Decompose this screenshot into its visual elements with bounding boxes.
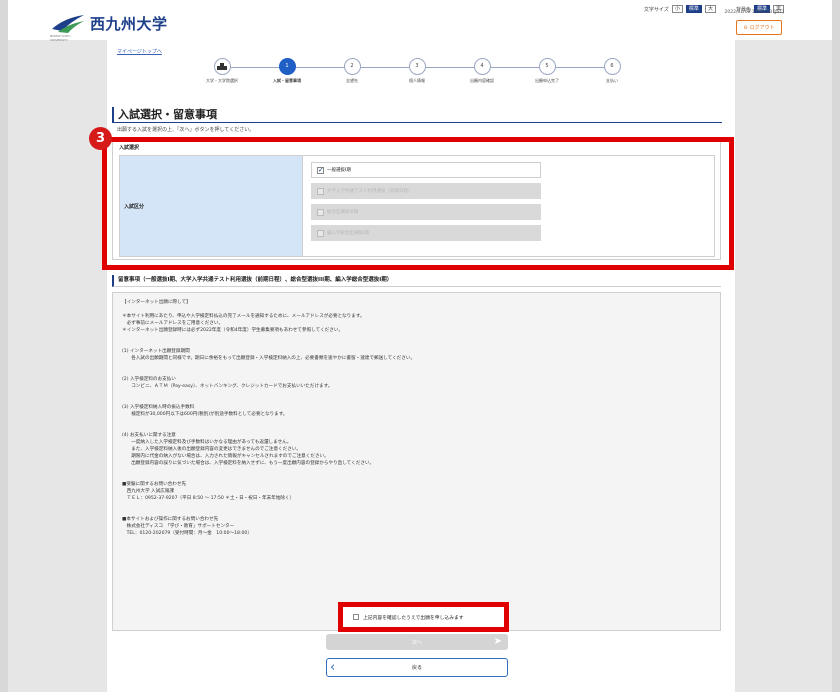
notes-box: 【インターネット出願に際して】 ＊本サイト利用にあたり、申込や入学検定料払込の完… xyxy=(112,292,721,631)
notes-line: ＊インターネット出願登録時には必ず2022年度（令和4年度）学生募集要項もあわせ… xyxy=(122,328,344,333)
notes-heading: 留意事項（一般選抜I期、大学入学共通テスト利用選抜（前期日程）、総合型選抜III… xyxy=(112,275,721,287)
step-number: 3 xyxy=(408,58,426,75)
step-number: 6 xyxy=(603,58,621,75)
notes-line xyxy=(122,502,711,509)
step-1: 大学・大学院選択 xyxy=(187,58,257,84)
step-label: 個人情報 xyxy=(409,78,425,83)
step-number: 4 xyxy=(473,58,491,75)
step-badge: 3 xyxy=(89,127,112,150)
university-logo[interactable]: NISHIKYUSHU UNIVERSITY 西九州大学 xyxy=(50,12,168,43)
notes-line xyxy=(122,509,711,516)
step-label: 志望先 xyxy=(346,78,358,83)
agree-label: 上記内容を確認したうえで出願を申し込みます xyxy=(363,615,464,621)
next-button[interactable]: 次へ ➤ xyxy=(326,634,508,650)
arrow-right-icon: ➤ xyxy=(493,636,502,647)
logo-subtext: NISHIKYUSHU UNIVERSITY xyxy=(50,34,71,42)
notes-line: TEL：0120-202079（受付時間：月～金 10:00～18:00） xyxy=(122,531,252,536)
step-6: 5 出願申込完了 xyxy=(512,58,582,84)
logout-icon: ⊖ xyxy=(743,24,748,31)
step-label: 入試・留意事項 xyxy=(273,78,301,83)
logout-button[interactable]: ⊖ ログアウト xyxy=(736,20,782,35)
step-5: 4 出願内容確認 xyxy=(447,58,517,84)
notes-line: 株式会社ディスコ 「学び・教育」サポートセンター xyxy=(122,524,235,529)
step-2: 1 入試・留意事項 xyxy=(252,58,322,84)
notes-line: ＴＥＬ：0952-37-9207（平日 8:50 ～ 17:50 ＊土・日・祝日… xyxy=(122,496,295,501)
notes-line: 一度納入した入学検定料及び手数料はいかなる理由があっても返還しません。 xyxy=(122,440,292,445)
step-number: 2 xyxy=(343,58,361,75)
notes-line: ■本サイトおよび操作に関するお問い合わせ先 xyxy=(122,517,219,522)
notes-text: 【インターネット出願に際して】 ＊本サイト利用にあたり、申込や入学検定料払込の完… xyxy=(122,299,711,537)
notes-line: 必ず事前にメールアドレスをご用意ください。 xyxy=(122,321,224,326)
notes-line xyxy=(122,334,711,341)
notes-line: 【インターネット出願に際して】 xyxy=(122,300,191,305)
notes-line xyxy=(122,341,711,348)
notes-line: ■受験に関するお問い合わせ先 xyxy=(122,482,187,487)
notes-line xyxy=(122,369,711,376)
notes-line: 西九州大学 入試広報課 xyxy=(122,489,174,494)
highlight-box-exam-selection xyxy=(102,137,734,270)
notes-line xyxy=(122,397,711,404)
progress-steps: 大学・大学院選択 1 入試・留意事項 2 志望先 3 個人情報 4 出願内容確認… xyxy=(187,58,647,98)
logo-mark-icon: NISHIKYUSHU UNIVERSITY xyxy=(50,12,86,42)
step-number: 5 xyxy=(538,58,556,75)
notes-line xyxy=(122,418,711,425)
notes-line: 各入試の出願期間と同様です。期日に余裕をもって出願登録・入学検定料納入の上、必要… xyxy=(122,356,416,361)
font-size-small-button[interactable]: 小 xyxy=(671,5,683,13)
step-done-icon xyxy=(213,58,231,75)
notes-line: 検定料が30,000円以下は600円(税別)が別途手数料として必要となります。 xyxy=(122,412,288,417)
step-label: 出願申込完了 xyxy=(535,78,559,83)
logout-label: ログアウト xyxy=(749,25,775,31)
notes-line: (2) 入学検定料のお支払い xyxy=(122,377,176,382)
notes-line xyxy=(122,425,711,432)
chevron-left-icon: ‹ xyxy=(330,660,336,675)
notes-line xyxy=(122,306,711,313)
font-size-standard-button[interactable]: 標準 xyxy=(685,5,702,13)
step-label: 出願内容確認 xyxy=(470,78,494,83)
step-3: 2 志望先 xyxy=(317,58,387,84)
step-7: 6 支払い xyxy=(577,58,647,84)
font-size-label: 文字サイズ xyxy=(644,6,669,13)
notes-line: (1) インターネット出願登録期間 xyxy=(122,349,190,354)
step-number: 1 xyxy=(278,58,296,75)
notes-line: コンビニ、ＡＴＭ（Pay-easy）、ネットバンキング、クレジットカードでお支払… xyxy=(122,384,333,389)
notes-line: ＊本サイト利用にあたり、申込や入学検定料払込の完了メールを通知するために、メール… xyxy=(122,314,365,319)
notes-line xyxy=(122,390,711,397)
step-label: 支払い xyxy=(606,78,618,83)
next-label: 次へ xyxy=(411,639,422,646)
font-size-large-button[interactable]: 大 xyxy=(704,5,716,13)
step-4: 3 個人情報 xyxy=(382,58,452,84)
notes-line: (3) 入学検定料納入時の振込手数料 xyxy=(122,405,195,410)
back-button[interactable]: ‹ 戻る xyxy=(326,658,508,677)
logo-text: 西九州大学 xyxy=(90,14,168,33)
notes-line: また、入学検定料納入後の出願登録内容の変更はできませんのでご注意ください。 xyxy=(122,447,302,452)
page-instruction: 出願する入試を選択の上、「次へ」ボタンを押してください。 xyxy=(117,127,255,133)
header: NISHIKYUSHU UNIVERSITY 西九州大学 文字サイズ 小 標準 … xyxy=(8,0,832,43)
agree-checkbox[interactable] xyxy=(353,614,359,620)
notes-line: 期限内に代金の納入がない場合は、入力された情報がキャンセルされますのでご注意くだ… xyxy=(122,454,329,459)
back-label: 戻る xyxy=(411,665,422,671)
notes-line xyxy=(122,474,711,481)
notes-line: 出願登録内容の誤りに気づいた場合は、入学検定料を納入せずに、もう一度出願内容の登… xyxy=(122,461,375,466)
page-title: 入試選択・留意事項 xyxy=(112,107,722,123)
notes-line xyxy=(122,467,711,474)
agree-checkbox-area[interactable]: 上記内容を確認したうえで出願を申し込みます xyxy=(338,602,509,632)
notes-line xyxy=(122,362,711,369)
notes-line: (4) お支払いに関する注意 xyxy=(122,433,176,438)
step-label: 大学・大学院選択 xyxy=(206,78,238,83)
mypage-top-link[interactable]: マイページトップへ xyxy=(117,48,162,55)
current-datetime: 2022/01/08 17:01:23 [JST] xyxy=(724,10,784,15)
